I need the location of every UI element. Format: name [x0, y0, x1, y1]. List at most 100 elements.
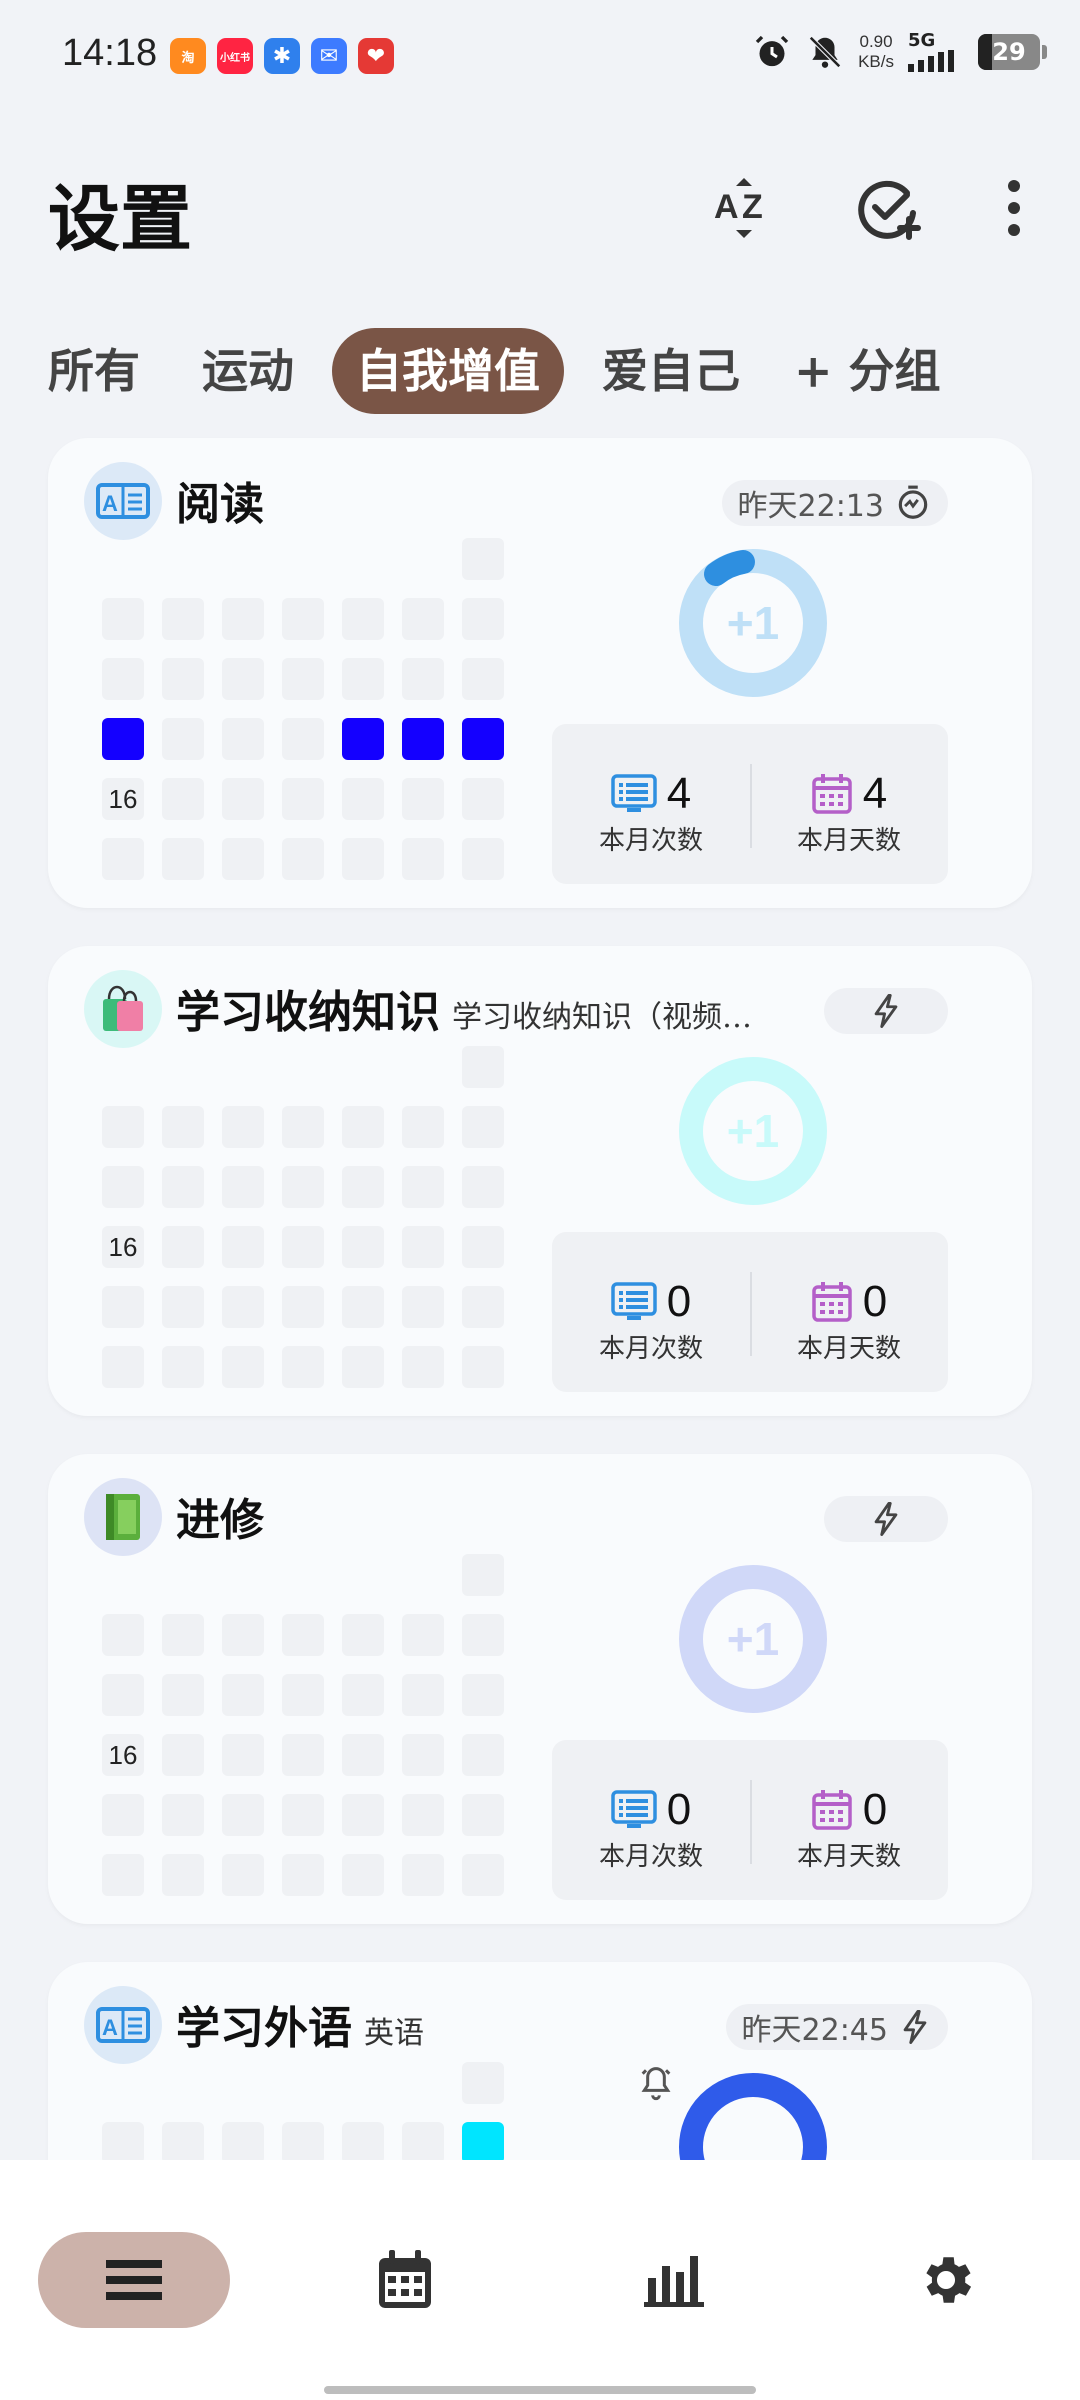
- last-checkin-pill[interactable]: 昨天22:45: [725, 2004, 948, 2050]
- habit-card[interactable]: A 阅读 昨天22:13 16 +1 4 本月次数 4 本月天数: [48, 438, 1032, 908]
- net-speed-value: 0.90: [859, 32, 893, 51]
- xiaohongshu-app-icon: 小红书: [217, 38, 253, 74]
- heatmap-cell: [462, 1614, 504, 1656]
- heatmap-date-label: 16: [102, 1734, 144, 1776]
- nav-settings[interactable]: [896, 2232, 996, 2328]
- heatmap-cell: [462, 1794, 504, 1836]
- svg-text:A: A: [714, 188, 739, 226]
- tab-love-self[interactable]: 爱自己: [578, 328, 764, 414]
- heatmap-cell: [462, 1106, 504, 1148]
- quick-action-pill[interactable]: [824, 1496, 948, 1542]
- bar-chart-icon: [644, 2256, 704, 2307]
- heatmap-cell: [162, 1614, 204, 1656]
- tab-sports[interactable]: 运动: [178, 328, 318, 414]
- heatmap-cell: [342, 1734, 384, 1776]
- book-icon: A: [84, 1986, 162, 2064]
- heatmap-cell: [162, 718, 204, 760]
- heatmap-cell: [402, 2122, 444, 2164]
- nav-statistics[interactable]: [624, 2232, 724, 2328]
- heatmap-cell: [102, 1106, 144, 1148]
- heatmap-cell: [222, 718, 264, 760]
- heatmap-cell: [342, 1106, 384, 1148]
- heart-app-icon: ❤: [358, 38, 394, 74]
- heatmap-cell: [462, 1554, 504, 1596]
- heatmap-cell: [462, 778, 504, 820]
- heatmap-cell: [462, 838, 504, 880]
- checkin-ring-button[interactable]: +1: [678, 1056, 828, 1206]
- habit-heatmap: 16: [102, 1046, 522, 1396]
- list-card-icon: [611, 1282, 657, 1320]
- heatmap-cell: [162, 1346, 204, 1388]
- heatmap-cell: [162, 1286, 204, 1328]
- heatmap-cell: [282, 1614, 324, 1656]
- checkin-ring-label: +1: [726, 597, 780, 649]
- heatmap-cell: [462, 1226, 504, 1268]
- heatmap-cell: [342, 778, 384, 820]
- heatmap-cell: [462, 1854, 504, 1896]
- checkin-ring-button[interactable]: +1: [678, 548, 828, 698]
- page-title: 设置: [48, 176, 193, 261]
- heatmap-cell: [162, 778, 204, 820]
- reminder-bell-icon: [636, 2062, 680, 2106]
- last-checkin-pill[interactable]: 昨天22:13: [721, 480, 948, 526]
- heatmap-cell: [102, 658, 144, 700]
- category-tabs: 所有 运动 自我增值 爱自己 + 分组: [48, 328, 1048, 414]
- quick-action-pill[interactable]: [824, 988, 948, 1034]
- list-card-icon: [611, 1790, 657, 1828]
- heatmap-cell: [102, 838, 144, 880]
- habit-card[interactable]: 进修 16 +1 0 本月次数 0 本月天数: [48, 1454, 1032, 1924]
- more-options-button[interactable]: [974, 168, 1054, 248]
- heatmap-cell: [282, 1286, 324, 1328]
- nav-list[interactable]: [38, 2232, 230, 2328]
- heatmap-cell: [222, 1226, 264, 1268]
- taobao-app-icon: 淘: [170, 38, 206, 74]
- heatmap-cell: [402, 598, 444, 640]
- habit-title: 阅读: [176, 468, 264, 532]
- calendar-small-icon: [812, 774, 852, 814]
- month-count-label: 本月次数: [598, 826, 703, 856]
- month-count-value: 0: [666, 1785, 692, 1834]
- habit-subtitle: 英语: [364, 2016, 424, 2051]
- month-count-stat: 0 本月次数: [552, 1788, 750, 1873]
- heatmap-cell: [162, 1734, 204, 1776]
- heatmap-cell: [462, 718, 504, 760]
- heatmap-cell: [342, 838, 384, 880]
- add-habit-button[interactable]: [850, 168, 930, 248]
- green-book-icon: [84, 1478, 162, 1556]
- tab-all[interactable]: 所有: [24, 328, 164, 414]
- status-time: 14:18: [62, 32, 158, 74]
- heatmap-cell: [402, 1286, 444, 1328]
- list-card-icon: [611, 774, 657, 812]
- star-app-icon: ✱: [264, 38, 300, 74]
- heatmap-cell: [102, 718, 144, 760]
- heatmap-cell: [102, 1794, 144, 1836]
- heatmap-cell: [462, 1286, 504, 1328]
- heatmap-cell: [162, 658, 204, 700]
- habit-title: 学习收纳知识 学习收纳知识（视频…: [176, 976, 752, 1040]
- habit-heatmap: 16: [102, 1554, 522, 1904]
- heatmap-cell: [162, 1166, 204, 1208]
- heatmap-cell: [402, 1854, 444, 1896]
- heatmap-cell: [342, 718, 384, 760]
- heatmap-cell: [102, 598, 144, 640]
- heatmap-date-label: 16: [102, 778, 144, 820]
- tab-self-improvement[interactable]: 自我增值: [332, 328, 564, 414]
- heatmap-cell: [282, 1734, 324, 1776]
- habit-subtitle: 学习收纳知识（视频…: [452, 1000, 752, 1035]
- heatmap-cell: [282, 778, 324, 820]
- list-icon: [106, 2260, 162, 2300]
- heatmap-cell: [282, 718, 324, 760]
- habit-title: 进修: [176, 1484, 264, 1548]
- checkin-ring-button[interactable]: +1: [678, 1564, 828, 1714]
- home-indicator[interactable]: [324, 2386, 756, 2394]
- heatmap-cell: [282, 1854, 324, 1896]
- tab-add-group[interactable]: + 分组: [770, 328, 965, 414]
- sort-button[interactable]: A Z: [704, 168, 784, 248]
- book-icon: A: [84, 462, 162, 540]
- nav-calendar[interactable]: [357, 2232, 453, 2328]
- heatmap-cell: [462, 1674, 504, 1716]
- heatmap-cell: [342, 1674, 384, 1716]
- habit-card[interactable]: 学习收纳知识 学习收纳知识（视频… 16 +1 0 本月次数 0 本月天数: [48, 946, 1032, 1416]
- heatmap-cell: [282, 838, 324, 880]
- heatmap-cell: [102, 1286, 144, 1328]
